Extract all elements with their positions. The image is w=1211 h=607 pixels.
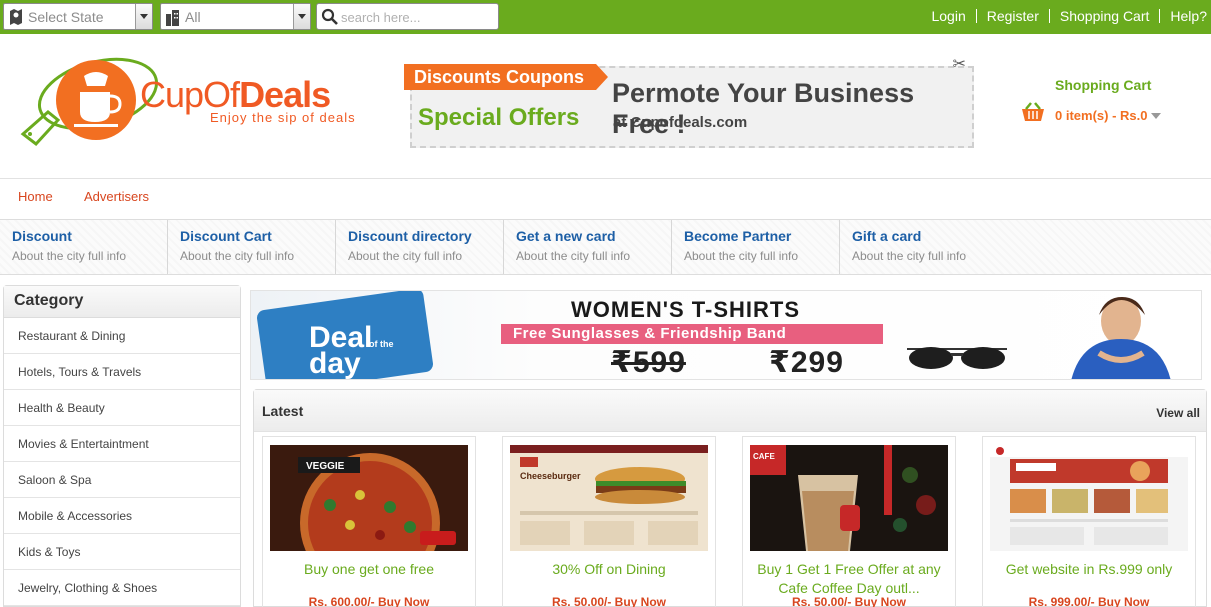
deal-card[interactable]: Get website in Rs.999 only Rs. 999.00/- … — [982, 436, 1196, 607]
deal-title[interactable]: 30% Off on Dining — [503, 560, 715, 579]
latest-title: Latest — [262, 403, 304, 419]
feature-title: Gift a card — [852, 228, 922, 244]
svg-text:VEGGIE: VEGGIE — [306, 461, 345, 472]
map-marker-icon — [10, 9, 22, 25]
login-link[interactable]: Login — [921, 9, 975, 23]
feature-title: Become Partner — [684, 228, 792, 244]
deal-card[interactable]: VEGGIE Buy one get one free Rs. 600.00/-… — [262, 436, 476, 607]
deal-price-buy-now[interactable]: Rs. 600.00/- Buy Now — [263, 595, 475, 607]
chevron-down-icon[interactable] — [135, 4, 152, 29]
deal-of-the-day-banner[interactable]: Deal day of the WOMEN'S T-SHIRTS Free Su… — [250, 290, 1202, 380]
cart-title[interactable]: Shopping Cart — [1055, 77, 1151, 93]
top-links: Login Register Shopping Cart Help? — [921, 0, 1211, 32]
category-item[interactable]: Health & Beauty — [4, 390, 240, 426]
banner-old-price: ₹599 — [611, 346, 686, 379]
basket-icon[interactable] — [1020, 101, 1046, 123]
search-icon[interactable] — [321, 8, 339, 26]
feature-discount-cart[interactable]: Discount Cart About the city full info — [168, 220, 336, 274]
feature-subtitle: About the city full info — [684, 249, 799, 263]
top-bar: Select State All Login Register Shopping… — [0, 0, 1211, 34]
latest-header: Latest View all — [254, 390, 1206, 432]
main-menu: Home Advertisers — [0, 178, 1211, 214]
promo-banner[interactable]: Discounts Coupons Special Offers Permote… — [404, 56, 974, 148]
pizza-image[interactable]: VEGGIE — [270, 445, 468, 551]
burger-website-image[interactable]: Cheeseburger — [510, 445, 708, 551]
menu-advertisers[interactable]: Advertisers — [84, 189, 149, 204]
category-heading: Category — [4, 286, 240, 318]
brand-tagline: Enjoy the sip of deals — [210, 110, 356, 125]
deal-title[interactable]: Buy 1 Get 1 Free Offer at any Cafe Coffe… — [743, 560, 955, 598]
feature-title: Get a new card — [516, 228, 616, 244]
feature-title: Discount directory — [348, 228, 472, 244]
menu-home[interactable]: Home — [18, 189, 53, 204]
deal-price-buy-now[interactable]: Rs. 50.00/- Buy Now — [743, 595, 955, 607]
restaurant-website-image[interactable] — [990, 445, 1188, 551]
promo-subtitle: at Cupofdeals.com — [613, 114, 748, 131]
feature-strip: Discount About the city full info Discou… — [0, 219, 1211, 275]
state-select-value: Select State — [28, 9, 104, 25]
feature-title: Discount Cart — [180, 228, 272, 244]
chevron-down-icon[interactable] — [1151, 113, 1161, 119]
feature-title: Discount — [12, 228, 72, 244]
model-photo — [1071, 297, 1171, 379]
register-link[interactable]: Register — [975, 9, 1049, 23]
banner-new-price: ₹299 — [769, 346, 844, 379]
category-item[interactable]: Hotels, Tours & Travels — [4, 354, 240, 390]
deal-title[interactable]: Get website in Rs.999 only — [983, 560, 1195, 579]
feature-subtitle: About the city full info — [180, 249, 295, 263]
svg-text:CAFE: CAFE — [753, 452, 775, 461]
svg-text:Cheeseburger: Cheeseburger — [520, 471, 581, 481]
deal-card[interactable]: Cheeseburger 30% Off on Dining Rs. 50.00… — [502, 436, 716, 607]
category-item[interactable]: Kids & Toys — [4, 534, 240, 570]
feature-subtitle: About the city full info — [348, 249, 463, 263]
category-item[interactable]: Movies & Entertaintment — [4, 426, 240, 462]
city-icon — [166, 10, 179, 26]
feature-gift-card[interactable]: Gift a card About the city full info — [840, 220, 1211, 274]
feature-become-partner[interactable]: Become Partner About the city full info — [672, 220, 840, 274]
city-select[interactable]: All — [160, 3, 311, 30]
deal-tag-text: Deal day — [309, 321, 373, 380]
search-box — [316, 3, 499, 30]
deal-tag-small-text: of the — [369, 339, 394, 349]
coffee-image[interactable]: CAFE — [750, 445, 948, 551]
deal-card[interactable]: CAFE Buy 1 Get 1 Free Offer at any Cafe … — [742, 436, 956, 607]
search-input[interactable] — [341, 8, 491, 26]
category-sidebar: Category Restaurant & Dining Hotels, Tou… — [3, 285, 241, 607]
chevron-down-icon[interactable] — [293, 4, 310, 29]
deal-price-buy-now[interactable]: Rs. 50.00/- Buy Now — [503, 595, 715, 607]
view-all-link[interactable]: View all — [1156, 406, 1200, 420]
sunglasses-image — [907, 347, 1007, 369]
feature-subtitle: About the city full info — [12, 249, 127, 263]
feature-get-new-card[interactable]: Get a new card About the city full info — [504, 220, 672, 274]
category-item[interactable]: Jewelry, Clothing & Shoes — [4, 570, 240, 606]
feature-discount-directory[interactable]: Discount directory About the city full i… — [336, 220, 504, 274]
help-link[interactable]: Help? — [1159, 9, 1211, 23]
category-item[interactable]: Mobile & Accessories — [4, 498, 240, 534]
city-select-value: All — [185, 9, 201, 25]
discount-coupons-tag: Discounts Coupons — [404, 64, 608, 90]
feature-subtitle: About the city full info — [852, 249, 967, 263]
category-item[interactable]: Restaurant & Dining — [4, 318, 240, 354]
special-offers-label: Special Offers — [418, 104, 580, 131]
banner-title: WOMEN'S T-SHIRTS — [571, 297, 801, 322]
deal-price-buy-now[interactable]: Rs. 999.00/- Buy Now — [983, 595, 1195, 607]
feature-discount[interactable]: Discount About the city full info — [0, 220, 168, 274]
state-select[interactable]: Select State — [3, 3, 153, 30]
scissors-icon: ✂ — [952, 56, 966, 73]
cart-summary[interactable]: 0 item(s) - Rs.0 — [1055, 108, 1147, 123]
banner-offer-strip: Free Sunglasses & Friendship Band — [501, 324, 883, 344]
feature-subtitle: About the city full info — [516, 249, 631, 263]
category-item[interactable]: Saloon & Spa — [4, 462, 240, 498]
shopping-cart-link[interactable]: Shopping Cart — [1048, 9, 1160, 23]
deal-title[interactable]: Buy one get one free — [263, 560, 475, 579]
